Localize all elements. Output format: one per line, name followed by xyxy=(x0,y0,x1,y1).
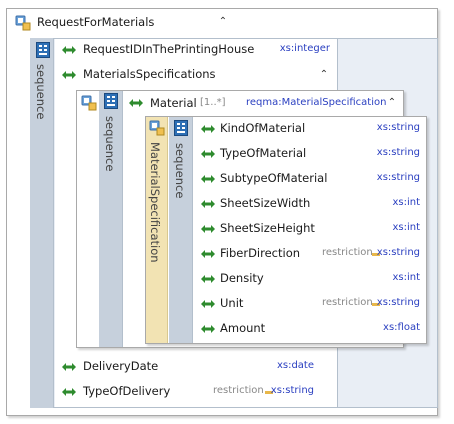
restriction-label: restriction xyxy=(213,385,264,396)
material-type: reqma:MaterialSpecification xyxy=(246,97,387,108)
element-row-type-of-delivery[interactable]: TypeOfDelivery restriction xs:string xyxy=(55,381,338,403)
element-diamond-icon xyxy=(201,200,215,208)
field-name: SubtypeOfMaterial xyxy=(220,171,328,185)
element-name: TypeOfDelivery xyxy=(83,384,171,398)
element-type: xs:integer xyxy=(279,43,330,54)
element-type: xs:date xyxy=(276,360,314,371)
sequence-compositor-icon xyxy=(104,93,118,109)
element-row-delivery-date[interactable]: DeliveryDate xs:date xyxy=(55,356,338,378)
field-type: xs:string xyxy=(376,147,420,158)
element-diamond-icon xyxy=(129,99,143,107)
collapse-chevron-icon[interactable]: ⌃ xyxy=(217,16,229,28)
element-diamond-icon xyxy=(201,175,215,183)
request-for-materials-header[interactable]: RequestForMaterials ⌃ xyxy=(7,9,437,35)
field-name: Density xyxy=(220,271,264,285)
field-type: xs:string xyxy=(376,297,420,308)
material-fields-list: KindOfMaterial xs:string TypeOfMaterial xs:… xyxy=(194,118,426,343)
material-occurs: [1..*] xyxy=(200,97,226,108)
element-diamond-icon xyxy=(201,300,215,308)
root-element-name: RequestForMaterials xyxy=(37,15,155,29)
restriction-label: restriction xyxy=(322,247,373,258)
field-name: Unit xyxy=(220,296,244,310)
complex-type-icon xyxy=(149,120,165,136)
field-type: xs:string xyxy=(376,247,420,258)
field-name: TypeOfMaterial xyxy=(220,146,307,160)
field-row[interactable]: Unit restriction xs:string xyxy=(194,293,426,315)
field-type: xs:string xyxy=(376,172,420,183)
element-row-materials-specifications[interactable]: MaterialsSpecifications ⌃ xyxy=(55,64,338,86)
field-row[interactable]: Density xs:int xyxy=(194,268,426,290)
element-type: xs:string xyxy=(270,385,314,396)
field-row[interactable]: Amount xs:float xyxy=(194,318,426,340)
field-name: KindOfMaterial xyxy=(220,121,306,135)
element-diamond-icon xyxy=(201,250,215,258)
element-diamond-icon xyxy=(201,125,215,133)
element-name: DeliveryDate xyxy=(83,359,159,373)
field-type: xs:int xyxy=(392,197,420,208)
element-diamond-icon xyxy=(201,225,215,233)
element-row-request-id[interactable]: RequestIDInThePrintingHouse xs:integer xyxy=(55,39,338,61)
field-row[interactable]: TypeOfMaterial xs:string xyxy=(194,143,426,165)
field-name: SheetSizeHeight xyxy=(220,221,315,235)
field-row[interactable]: SheetSizeHeight xs:int xyxy=(194,218,426,240)
restriction-label: restriction xyxy=(322,297,373,308)
field-row[interactable]: FiberDirection restriction xs:string xyxy=(194,243,426,265)
complex-type-icon xyxy=(81,95,97,111)
field-row[interactable]: SubtypeOfMaterial xs:string xyxy=(194,168,426,190)
sequence-compositor-icon xyxy=(36,42,50,58)
field-name: Amount xyxy=(220,321,266,335)
complex-type-icon xyxy=(15,15,31,31)
material-sequence-label: sequence xyxy=(103,116,117,172)
collapse-chevron-icon[interactable]: ⌃ xyxy=(318,69,330,81)
inner-sequence-label: sequence xyxy=(173,143,187,199)
element-name: RequestIDInThePrintingHouse xyxy=(83,42,255,56)
field-row[interactable]: SheetSizeWidth xs:int xyxy=(194,193,426,215)
field-name: FiberDirection xyxy=(220,246,301,260)
field-type: xs:int xyxy=(392,222,420,233)
root-sequence-label: sequence xyxy=(34,64,48,120)
material-specification-label: MaterialSpecification xyxy=(148,142,162,263)
field-type: xs:float xyxy=(383,322,420,333)
collapse-chevron-icon[interactable]: ⌃ xyxy=(386,97,398,109)
element-diamond-icon xyxy=(62,363,76,371)
material-element-name: Material xyxy=(150,96,197,110)
field-name: SheetSizeWidth xyxy=(220,196,311,210)
element-diamond-icon xyxy=(62,46,76,54)
element-name: MaterialsSpecifications xyxy=(83,67,216,81)
element-diamond-icon xyxy=(201,150,215,158)
element-diamond-icon xyxy=(62,71,76,79)
element-diamond-icon xyxy=(201,275,215,283)
field-type: xs:string xyxy=(376,122,420,133)
element-diamond-icon xyxy=(62,388,76,396)
field-row[interactable]: KindOfMaterial xs:string xyxy=(194,118,426,140)
field-type: xs:int xyxy=(392,272,420,283)
material-element-title[interactable]: Material [1..*] reqma:MaterialSpecificat… xyxy=(124,91,403,115)
sequence-compositor-icon xyxy=(174,120,188,136)
element-diamond-icon xyxy=(201,325,215,333)
